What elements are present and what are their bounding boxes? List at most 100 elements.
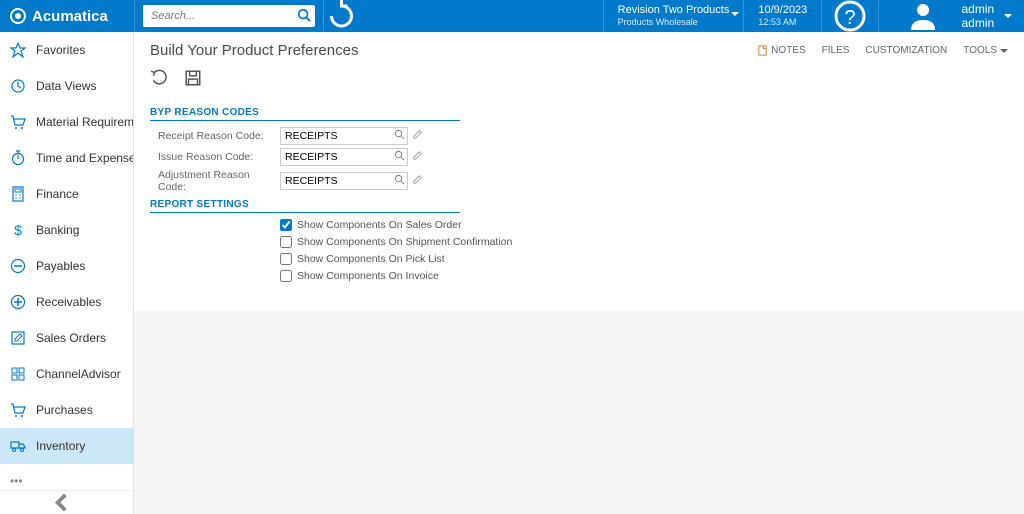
sidebar-item-channeladvisor[interactable]: ChannelAdvisor — [0, 356, 133, 392]
header-spacer — [359, 0, 603, 32]
adjustment-reason-row: Adjustment Reason Code: — [150, 169, 1008, 193]
user-menu[interactable]: admin admin — [878, 0, 1024, 32]
sidebar-item-sales-orders[interactable]: Sales Orders — [0, 320, 133, 356]
search-section — [134, 0, 323, 32]
checkbox-show-components-on-shipment-confirmation[interactable] — [280, 236, 292, 248]
page-title: Build Your Product Preferences — [150, 42, 757, 59]
sidebar-item-label: ChannelAdvisor — [36, 367, 121, 381]
sidebar-item-finance[interactable]: Finance — [0, 176, 133, 212]
files-button[interactable]: FILES — [822, 45, 850, 56]
sidebar-item-label: Receivables — [36, 295, 101, 309]
edit-icon[interactable] — [412, 174, 423, 188]
calculator-icon — [10, 186, 26, 202]
check-label: Show Components On Shipment Confirmation — [297, 236, 512, 248]
check-label: Show Components On Invoice — [297, 270, 439, 282]
checkbox-show-components-on-sales-order[interactable] — [280, 219, 292, 231]
check-row-3: Show Components On Invoice — [150, 270, 1008, 282]
checkbox-show-components-on-invoice[interactable] — [280, 270, 292, 282]
chevron-down-icon — [1004, 14, 1012, 18]
sidebar-item-label: Inventory — [36, 439, 85, 453]
section-report-settings: REPORT SETTINGS — [150, 199, 460, 213]
search-input[interactable] — [143, 5, 315, 27]
receipt-reason-label: Receipt Reason Code: — [150, 130, 280, 142]
search-icon[interactable] — [297, 8, 311, 25]
grid-icon — [10, 366, 26, 382]
business-date[interactable]: 10/9/2023 12:53 AM — [743, 0, 821, 32]
svg-text:?: ? — [845, 7, 856, 29]
help-button[interactable]: ? — [821, 0, 878, 32]
sidebar-item-receivables[interactable]: Receivables — [0, 284, 133, 320]
title-bar: Build Your Product Preferences NOTES FIL… — [134, 32, 1024, 59]
tenant-sub: Products Wholesale — [618, 17, 730, 28]
sidebar-item-banking[interactable]: $ Banking — [0, 212, 133, 248]
tenant-name: Revision Two Products — [618, 4, 730, 17]
tenant-selector[interactable]: Revision Two Products Products Wholesale — [603, 0, 744, 32]
plus-circle-icon — [10, 294, 26, 310]
star-icon — [10, 42, 26, 58]
chevron-down-icon — [1000, 49, 1008, 53]
stopwatch-icon — [10, 150, 26, 166]
edit-icon[interactable] — [412, 150, 423, 164]
cart-icon — [10, 402, 26, 418]
user-icon — [891, 0, 955, 32]
toolbar — [134, 59, 1024, 97]
notes-button[interactable]: NOTES — [757, 45, 805, 56]
dollar-icon: $ — [10, 222, 26, 238]
lookup-icon[interactable] — [394, 174, 405, 188]
sidebar-item-label: Payables — [36, 259, 85, 273]
edit-icon[interactable] — [412, 129, 423, 143]
customization-button[interactable]: CUSTOMIZATION — [865, 45, 947, 56]
sidebar-collapse-button[interactable] — [0, 490, 133, 514]
check-label: Show Components On Pick List — [297, 253, 445, 265]
user-name: admin admin — [961, 2, 998, 30]
issue-reason-row: Issue Reason Code: — [150, 148, 1008, 166]
sidebar-item-configuration[interactable]: Configuration — [0, 464, 133, 472]
adjustment-reason-label: Adjustment Reason Code: — [150, 169, 280, 193]
sidebar-item-time-and-expenses[interactable]: Time and Expenses — [0, 140, 133, 176]
logo-icon — [10, 8, 26, 24]
lookup-icon[interactable] — [394, 150, 405, 164]
sidebar-item-purchases[interactable]: Purchases — [0, 392, 133, 428]
sidebar-item-label: Purchases — [36, 403, 93, 417]
sidebar-item-label: Time and Expenses — [36, 151, 133, 165]
check-label: Show Components On Sales Order — [297, 219, 462, 231]
app-header: Acumatica Revision Two Products Products… — [0, 0, 1024, 32]
lookup-icon[interactable] — [394, 129, 405, 143]
check-row-1: Show Components On Shipment Confirmation — [150, 236, 1008, 248]
sidebar-item-label: Favorites — [36, 43, 85, 57]
brand-logo[interactable]: Acumatica — [0, 0, 134, 32]
time-text: 12:53 AM — [758, 17, 807, 28]
minus-circle-icon — [10, 258, 26, 274]
check-row-0: Show Components On Sales Order — [150, 219, 1008, 231]
sidebar-item-label: Banking — [36, 223, 79, 237]
sidebar-item-inventory[interactable]: Inventory — [0, 428, 133, 464]
sidebar-item-label: Sales Orders — [36, 331, 106, 345]
sidebar-item-data-views[interactable]: Data Views — [0, 68, 133, 104]
undo-button[interactable] — [150, 69, 168, 87]
check-row-2: Show Components On Pick List — [150, 253, 1008, 265]
sidebar-item-label: Data Views — [36, 79, 96, 93]
section-reason-codes: BYP REASON CODES — [150, 107, 460, 121]
sidebar-more[interactable]: ••• — [0, 472, 133, 490]
truck-icon — [10, 438, 26, 454]
receipt-reason-input[interactable] — [280, 127, 408, 145]
sidebar: Favorites Data Views Material Requirem... T… — [0, 32, 134, 514]
edit-box-icon — [10, 330, 26, 346]
save-button[interactable] — [184, 69, 202, 87]
sidebar-item-payables[interactable]: Payables — [0, 248, 133, 284]
chevron-down-icon — [731, 12, 739, 16]
issue-reason-label: Issue Reason Code: — [150, 151, 280, 163]
adjustment-reason-input[interactable] — [280, 172, 408, 190]
checkbox-show-components-on-pick-list[interactable] — [280, 253, 292, 265]
sidebar-item-label: Material Requirem... — [36, 115, 133, 129]
issue-reason-input[interactable] — [280, 148, 408, 166]
receipt-reason-row: Receipt Reason Code: — [150, 127, 1008, 145]
date-text: 10/9/2023 — [758, 4, 807, 17]
sidebar-item-material-requirem-[interactable]: Material Requirem... — [0, 104, 133, 140]
brand-name: Acumatica — [32, 8, 108, 25]
sidebar-item-favorites[interactable]: Favorites — [0, 32, 133, 68]
refresh-button[interactable] — [323, 0, 359, 32]
note-icon — [757, 45, 768, 56]
form-area: BYP REASON CODES Receipt Reason Code: Is… — [134, 97, 1024, 311]
tools-menu[interactable]: TOOLS — [963, 45, 1008, 56]
